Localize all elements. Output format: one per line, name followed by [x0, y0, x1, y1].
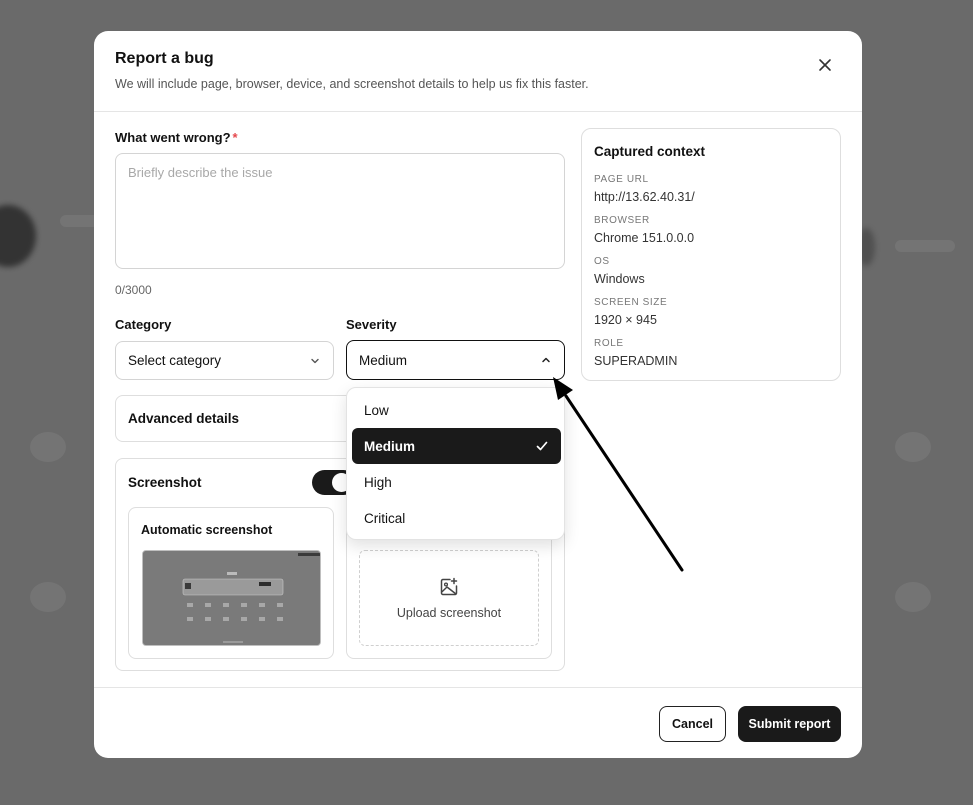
option-label: Critical: [364, 510, 406, 526]
screenshot-thumbnail[interactable]: [142, 550, 321, 646]
backdrop-circle: [895, 582, 931, 612]
screenshot-label: Screenshot: [128, 475, 202, 490]
thumbnail-preview-image: [143, 551, 320, 645]
severity-select[interactable]: Medium: [346, 340, 565, 380]
dialog-subtitle: We will include page, browser, device, a…: [115, 77, 589, 91]
chevron-down-icon: [311, 358, 319, 363]
automatic-screenshot-label: Automatic screenshot: [141, 523, 273, 537]
category-select[interactable]: Select category: [115, 341, 334, 380]
option-label: Medium: [364, 438, 416, 454]
context-key-role: ROLE: [594, 338, 624, 349]
check-icon: [536, 441, 548, 451]
close-button[interactable]: [813, 53, 837, 77]
description-label-text: What went wrong?: [115, 130, 231, 145]
context-key-browser: BROWSER: [594, 215, 650, 226]
severity-option-high[interactable]: High: [352, 464, 561, 500]
backdrop-circle: [895, 432, 931, 462]
image-plus-icon: [440, 577, 458, 595]
severity-label: Severity: [346, 317, 397, 332]
context-value-page-url: http://13.62.40.31/: [594, 190, 695, 204]
severity-option-medium[interactable]: Medium: [352, 428, 561, 464]
captured-context-panel: Captured context PAGE URL http://13.62.4…: [581, 128, 841, 381]
severity-option-low[interactable]: Low: [352, 392, 561, 428]
character-counter: 0/3000: [115, 283, 152, 297]
description-input[interactable]: [115, 153, 565, 269]
severity-dropdown-menu: Low Medium High Critical: [346, 387, 565, 540]
cancel-button[interactable]: Cancel: [659, 706, 726, 742]
advanced-details-label: Advanced details: [128, 411, 240, 426]
backdrop-circle: [30, 582, 66, 612]
option-label: Low: [364, 402, 389, 418]
dialog-header: Report a bug We will include page, brows…: [94, 31, 862, 112]
dialog-footer: Cancel Submit report: [94, 687, 862, 758]
category-label: Category: [115, 317, 172, 332]
context-value-role: SUPERADMIN: [594, 354, 678, 368]
severity-option-critical[interactable]: Critical: [352, 500, 561, 536]
x-icon: [819, 59, 831, 71]
upload-screenshot-label: Upload screenshot: [396, 605, 502, 620]
context-value-screen-size: 1920 × 945: [594, 313, 657, 327]
context-key-os: OS: [594, 256, 610, 267]
backdrop-line: [895, 240, 955, 252]
captured-context-title: Captured context: [594, 144, 706, 159]
submit-report-button[interactable]: Submit report: [738, 706, 841, 742]
option-label: High: [364, 474, 392, 490]
required-mark: *: [232, 130, 238, 145]
context-key-screen-size: SCREEN SIZE: [594, 297, 668, 308]
automatic-screenshot-card: Automatic screenshot: [128, 507, 334, 659]
chevron-up-icon: [542, 357, 550, 363]
severity-selected-value: Medium: [359, 352, 408, 368]
context-value-browser: Chrome 151.0.0.0: [594, 231, 695, 245]
context-value-os: Windows: [594, 272, 645, 286]
backdrop-avatar: [0, 205, 36, 267]
category-selected-value: Select category: [128, 353, 222, 368]
upload-screenshot-button[interactable]: Upload screenshot: [359, 550, 539, 646]
context-key-page-url: PAGE URL: [594, 174, 649, 185]
dialog-title: Report a bug: [115, 50, 214, 67]
backdrop-circle: [30, 432, 66, 462]
description-label: What went wrong? *: [115, 130, 238, 145]
